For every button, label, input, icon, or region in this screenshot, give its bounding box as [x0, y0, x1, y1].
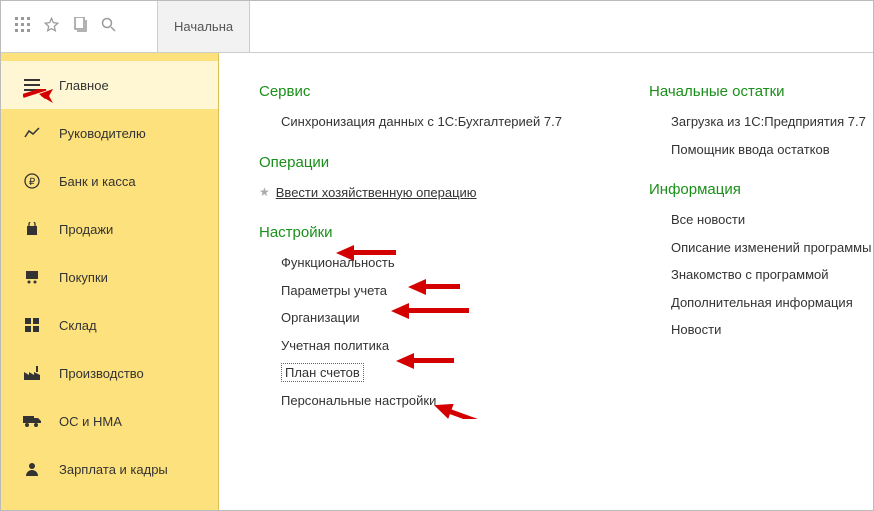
section-settings: Настройки Функциональность Параметры уче…: [259, 224, 589, 410]
link-functionality[interactable]: Функциональность: [281, 253, 589, 273]
link-getting-started[interactable]: Знакомство с программой: [671, 265, 871, 285]
section-title: Сервис: [259, 83, 589, 100]
apps-grid-icon[interactable]: [15, 17, 30, 37]
truck-icon: [23, 415, 41, 427]
topbar-icons: [1, 1, 157, 52]
link-personal-settings[interactable]: Персональные настройки: [281, 391, 589, 411]
sidebar: Главное Руководителю ₽ Банк и касса Прод…: [1, 53, 219, 510]
clipboard-icon[interactable]: [73, 17, 87, 37]
section-balances: Начальные остатки Загрузка из 1С:Предпри…: [649, 83, 871, 159]
sidebar-item-payroll[interactable]: Зарплата и кадры: [1, 445, 218, 493]
star-icon: ★: [259, 183, 270, 201]
section-title: Информация: [649, 181, 871, 198]
link-accounting-policy[interactable]: Учетная политика: [281, 336, 589, 356]
sidebar-item-bank[interactable]: ₽ Банк и касса: [1, 157, 218, 205]
content-panel: Сервис Синхронизация данных с 1С:Бухгалт…: [219, 53, 873, 510]
sidebar-item-label: Зарплата и кадры: [59, 462, 168, 477]
ruble-icon: ₽: [23, 173, 41, 189]
sidebar-item-label: ОС и НМА: [59, 414, 122, 429]
link-accounting-params[interactable]: Параметры учета: [281, 281, 589, 301]
sidebar-item-label: Главное: [59, 78, 109, 93]
boxes-icon: [23, 318, 41, 332]
sidebar-item-manager[interactable]: Руководителю: [1, 109, 218, 157]
section-operations: Операции ★ Ввести хозяйственную операцию: [259, 154, 589, 203]
link-news[interactable]: Новости: [671, 320, 871, 340]
sidebar-item-warehouse[interactable]: Склад: [1, 301, 218, 349]
link-changelog[interactable]: Описание изменений программы: [671, 238, 871, 258]
sidebar-item-label: Банк и касса: [59, 174, 136, 189]
link-label: Ввести хозяйственную операцию: [276, 183, 477, 203]
link-all-news[interactable]: Все новости: [671, 210, 871, 230]
link-enter-operation[interactable]: ★ Ввести хозяйственную операцию: [259, 183, 589, 203]
person-icon: [23, 462, 41, 476]
sidebar-item-label: Склад: [59, 318, 97, 333]
sidebar-item-label: Производство: [59, 366, 144, 381]
star-icon[interactable]: [44, 17, 59, 37]
sidebar-item-production[interactable]: Производство: [1, 349, 218, 397]
svg-text:₽: ₽: [29, 177, 36, 188]
column-right: Начальные остатки Загрузка из 1С:Предпри…: [649, 83, 871, 510]
link-label: План счетов: [281, 363, 364, 382]
tab-label: Начальна: [174, 19, 233, 34]
search-icon[interactable]: [101, 17, 116, 37]
tab-home[interactable]: Начальна: [157, 1, 250, 52]
section-title: Операции: [259, 154, 589, 171]
sidebar-item-sales[interactable]: Продажи: [1, 205, 218, 253]
topbar: Начальна: [1, 1, 873, 53]
column-left: Сервис Синхронизация данных с 1С:Бухгалт…: [259, 83, 589, 510]
sidebar-item-label: Продажи: [59, 222, 113, 237]
cart-icon: [23, 270, 41, 284]
section-info: Информация Все новости Описание изменени…: [649, 181, 871, 340]
sidebar-item-main[interactable]: Главное: [1, 61, 218, 109]
section-service: Сервис Синхронизация данных с 1С:Бухгалт…: [259, 83, 589, 132]
link-balance-assistant[interactable]: Помощник ввода остатков: [671, 140, 871, 160]
main: Главное Руководителю ₽ Банк и касса Прод…: [1, 53, 873, 510]
link-chart-of-accounts[interactable]: План счетов: [281, 363, 589, 383]
chart-line-icon: [23, 127, 41, 139]
sidebar-item-label: Руководителю: [59, 126, 146, 141]
link-organizations[interactable]: Организации: [281, 308, 589, 328]
sidebar-item-purchases[interactable]: Покупки: [1, 253, 218, 301]
bag-icon: [23, 222, 41, 236]
section-title: Настройки: [259, 224, 589, 241]
link-additional-info[interactable]: Дополнительная информация: [671, 293, 871, 313]
section-title: Начальные остатки: [649, 83, 871, 100]
factory-icon: [23, 366, 41, 380]
sidebar-item-assets[interactable]: ОС и НМА: [1, 397, 218, 445]
link-sync-1c77[interactable]: Синхронизация данных с 1С:Бухгалтерией 7…: [281, 112, 589, 132]
sidebar-item-label: Покупки: [59, 270, 108, 285]
hamburger-icon: [23, 79, 41, 91]
link-load-from-1c77[interactable]: Загрузка из 1С:Предприятия 7.7: [671, 112, 871, 132]
